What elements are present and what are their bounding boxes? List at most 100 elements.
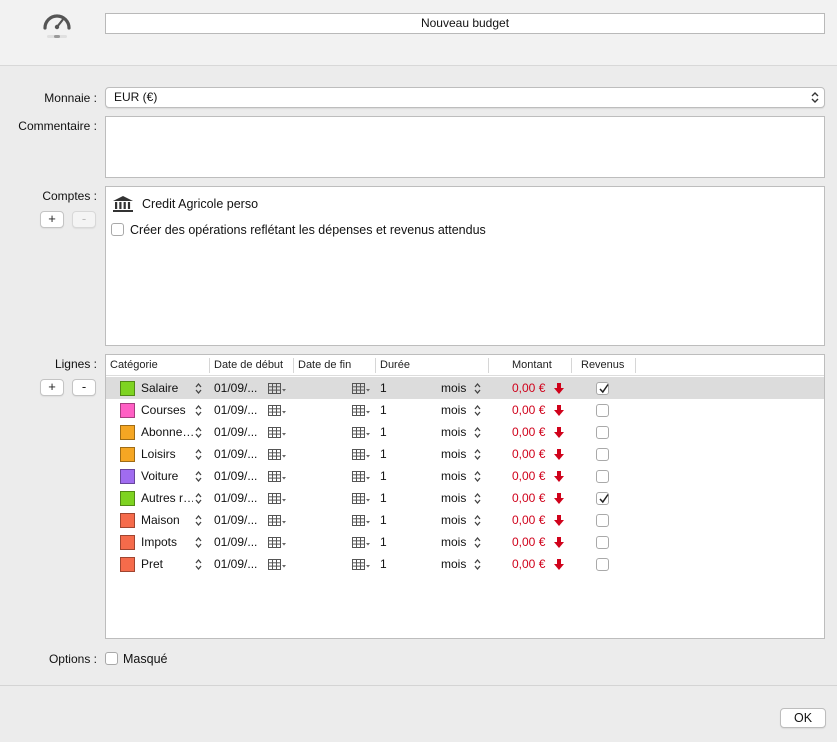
unit-stepper-icon[interactable] <box>473 382 482 395</box>
amount-value[interactable]: 0,00 € <box>512 399 545 421</box>
duration-value[interactable]: 1 <box>380 531 387 553</box>
category-stepper-icon[interactable] <box>194 470 203 483</box>
unit-stepper-icon[interactable] <box>473 514 482 527</box>
category-stepper-icon[interactable] <box>194 404 203 417</box>
duration-unit[interactable]: mois <box>441 509 466 531</box>
start-date[interactable]: 01/09/... <box>214 399 257 421</box>
accounts-list[interactable]: Credit Agricole perso Créer des opératio… <box>105 186 825 346</box>
category-stepper-icon[interactable] <box>194 448 203 461</box>
table-row[interactable]: Salaire 01/09/... 1 mois 0,00 € <box>106 377 824 399</box>
table-row[interactable]: Pret 01/09/... 1 mois 0,00 € <box>106 553 824 575</box>
add-account-button[interactable]: + <box>40 211 64 228</box>
table-row[interactable]: Loisirs 01/09/... 1 mois 0,00 € <box>106 443 824 465</box>
create-ops-checkbox[interactable] <box>111 223 124 236</box>
calendar-icon[interactable] <box>268 405 286 416</box>
column-header-end-date[interactable]: Date de fin <box>294 355 351 376</box>
revenue-checkbox[interactable] <box>596 536 609 549</box>
category-name[interactable]: Loisirs <box>141 443 193 465</box>
start-date[interactable]: 01/09/... <box>214 443 257 465</box>
category-stepper-icon[interactable] <box>194 492 203 505</box>
duration-unit[interactable]: mois <box>441 531 466 553</box>
column-header-amount[interactable]: Montant <box>508 355 552 376</box>
table-row[interactable]: Courses 01/09/... 1 mois 0,00 € <box>106 399 824 421</box>
calendar-icon[interactable] <box>268 383 286 394</box>
amount-value[interactable]: 0,00 € <box>512 465 545 487</box>
table-row[interactable]: Autres r… 01/09/... 1 mois 0,00 € <box>106 487 824 509</box>
unit-stepper-icon[interactable] <box>473 404 482 417</box>
amount-value[interactable]: 0,00 € <box>512 421 545 443</box>
category-name[interactable]: Voiture <box>141 465 193 487</box>
unit-stepper-icon[interactable] <box>473 536 482 549</box>
column-header-start-date[interactable]: Date de début <box>210 355 283 376</box>
category-name[interactable]: Salaire <box>141 377 193 399</box>
start-date[interactable]: 01/09/... <box>214 509 257 531</box>
duration-unit[interactable]: mois <box>441 377 466 399</box>
amount-value[interactable]: 0,00 € <box>512 553 545 575</box>
duration-value[interactable]: 1 <box>380 509 387 531</box>
duration-unit[interactable]: mois <box>441 553 466 575</box>
category-name[interactable]: Abonne… <box>141 421 193 443</box>
revenue-checkbox[interactable] <box>596 382 609 395</box>
category-stepper-icon[interactable] <box>194 558 203 571</box>
category-name[interactable]: Impots <box>141 531 193 553</box>
calendar-icon[interactable] <box>352 383 370 394</box>
duration-value[interactable]: 1 <box>380 487 387 509</box>
calendar-icon[interactable] <box>352 537 370 548</box>
duration-value[interactable]: 1 <box>380 553 387 575</box>
start-date[interactable]: 01/09/... <box>214 487 257 509</box>
remove-line-button[interactable]: - <box>72 379 96 396</box>
category-name[interactable]: Pret <box>141 553 193 575</box>
remove-account-button[interactable]: - <box>72 211 96 228</box>
calendar-icon[interactable] <box>352 559 370 570</box>
start-date[interactable]: 01/09/... <box>214 377 257 399</box>
calendar-icon[interactable] <box>352 515 370 526</box>
calendar-icon[interactable] <box>268 471 286 482</box>
unit-stepper-icon[interactable] <box>473 426 482 439</box>
lines-table[interactable]: Catégorie Date de début Date de fin Duré… <box>105 354 825 639</box>
category-stepper-icon[interactable] <box>194 536 203 549</box>
start-date[interactable]: 01/09/... <box>214 553 257 575</box>
start-date[interactable]: 01/09/... <box>214 465 257 487</box>
calendar-icon[interactable] <box>268 537 286 548</box>
start-date[interactable]: 01/09/... <box>214 531 257 553</box>
amount-value[interactable]: 0,00 € <box>512 509 545 531</box>
amount-value[interactable]: 0,00 € <box>512 443 545 465</box>
budget-name-field[interactable]: Nouveau budget <box>105 13 825 34</box>
duration-value[interactable]: 1 <box>380 465 387 487</box>
calendar-icon[interactable] <box>352 427 370 438</box>
table-row[interactable]: Abonne… 01/09/... 1 mois 0,00 € <box>106 421 824 443</box>
currency-select[interactable]: EUR (€) <box>105 87 825 108</box>
revenue-checkbox[interactable] <box>596 558 609 571</box>
category-name[interactable]: Autres r… <box>141 487 193 509</box>
amount-value[interactable]: 0,00 € <box>512 531 545 553</box>
column-header-category[interactable]: Catégorie <box>106 355 158 376</box>
table-row[interactable]: Voiture 01/09/... 1 mois 0,00 € <box>106 465 824 487</box>
duration-unit[interactable]: mois <box>441 487 466 509</box>
category-name[interactable]: Maison <box>141 509 193 531</box>
duration-unit[interactable]: mois <box>441 465 466 487</box>
revenue-checkbox[interactable] <box>596 514 609 527</box>
calendar-icon[interactable] <box>352 493 370 504</box>
duration-value[interactable]: 1 <box>380 443 387 465</box>
unit-stepper-icon[interactable] <box>473 558 482 571</box>
calendar-icon[interactable] <box>268 493 286 504</box>
column-header-revenue[interactable]: Revenus <box>577 355 624 376</box>
hidden-checkbox[interactable] <box>105 652 118 665</box>
duration-unit[interactable]: mois <box>441 421 466 443</box>
calendar-icon[interactable] <box>352 449 370 460</box>
comment-textarea[interactable] <box>105 116 825 178</box>
category-name[interactable]: Courses <box>141 399 193 421</box>
revenue-checkbox[interactable] <box>596 426 609 439</box>
unit-stepper-icon[interactable] <box>473 470 482 483</box>
calendar-icon[interactable] <box>268 559 286 570</box>
duration-unit[interactable]: mois <box>441 443 466 465</box>
unit-stepper-icon[interactable] <box>473 448 482 461</box>
category-stepper-icon[interactable] <box>194 514 203 527</box>
calendar-icon[interactable] <box>352 471 370 482</box>
calendar-icon[interactable] <box>352 405 370 416</box>
duration-value[interactable]: 1 <box>380 399 387 421</box>
calendar-icon[interactable] <box>268 449 286 460</box>
revenue-checkbox[interactable] <box>596 470 609 483</box>
duration-value[interactable]: 1 <box>380 377 387 399</box>
amount-value[interactable]: 0,00 € <box>512 377 545 399</box>
